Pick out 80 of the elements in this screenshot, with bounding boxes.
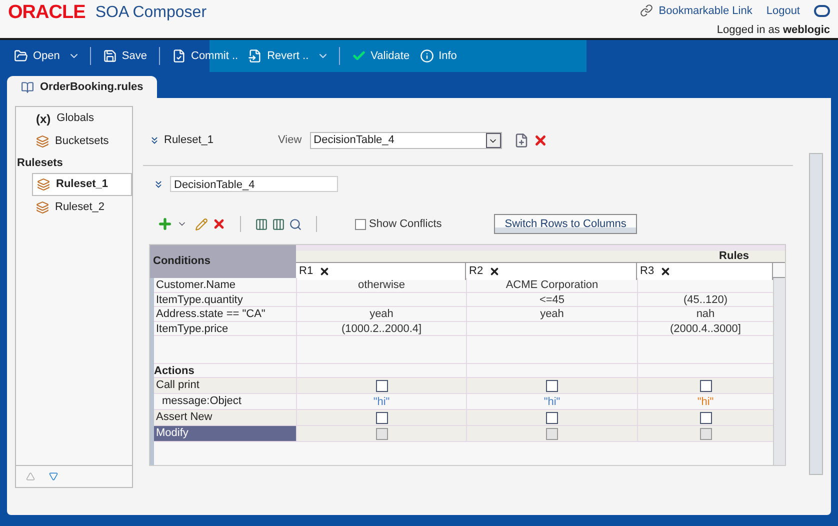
view-select[interactable]: DecisionTable_4 [310, 132, 502, 149]
table-cell-text: "hi" [544, 395, 560, 410]
columns-icon[interactable] [255, 218, 268, 230]
close-icon[interactable] [489, 266, 500, 277]
row-label[interactable]: message:Object [154, 394, 296, 410]
down-arrow-icon[interactable] [49, 472, 58, 481]
column-header: Conditions [150, 245, 296, 278]
row-label: ItemType.quantity [155, 292, 244, 306]
pencil-icon[interactable] [195, 218, 208, 230]
toolbar-button[interactable]: Info [418, 48, 459, 64]
close-icon[interactable] [660, 266, 672, 277]
document-check-icon [172, 49, 186, 63]
checkbox[interactable] [700, 380, 712, 392]
rule-header: R3 [640, 264, 654, 279]
toolbar-button[interactable]: Save [100, 48, 149, 64]
row-label[interactable]: Modify [154, 426, 296, 441]
show-conflicts-checkbox[interactable]: Show Conflicts [355, 216, 442, 232]
table-cell: yeah [296, 307, 466, 321]
sidebar-item[interactable]: Bucketsets [16, 130, 132, 153]
checkbox[interactable] [700, 412, 712, 424]
link-icon [640, 4, 653, 18]
row-label[interactable]: Call print [154, 378, 296, 393]
ruleset-item[interactable]: Ruleset_1 [32, 173, 132, 196]
scrollbar[interactable] [809, 153, 823, 475]
row-label: Address.state == "CA" [155, 307, 266, 321]
toolbar-button[interactable]: Commit .. [170, 48, 240, 64]
table-cell: <=45 [466, 292, 637, 306]
checkbox[interactable] [546, 380, 558, 392]
table-cell: ACME Corporation [466, 278, 637, 292]
delete-icon[interactable] [212, 217, 226, 231]
switch-rows-button[interactable]: Switch Rows to Columns [494, 214, 638, 234]
info-icon [420, 49, 434, 63]
table-cell: otherwise [296, 278, 466, 292]
toolbar-button[interactable]: Revert .. [246, 48, 311, 64]
column-header: Rules [719, 249, 749, 264]
table-search-icon[interactable] [289, 218, 302, 230]
table-cell: yeah [466, 307, 637, 321]
collapse-icon[interactable] [149, 135, 160, 146]
collapse-icon[interactable] [153, 178, 164, 190]
login-status: Logged in as weblogic [716, 22, 830, 38]
section-label: Actions [154, 364, 196, 378]
row-label: Customer.Name [155, 278, 236, 292]
add-icon[interactable] [157, 216, 173, 232]
toolbar-button[interactable]: Validate [350, 48, 412, 64]
stack-icon [36, 201, 49, 214]
new-document-icon[interactable] [514, 133, 529, 148]
columns-icon[interactable] [272, 218, 285, 230]
rule-header: R2 [469, 264, 484, 279]
variable-symbol: (x) [36, 110, 51, 128]
row-label[interactable]: Assert New [154, 410, 296, 425]
ruleset-item[interactable]: Ruleset_2 [32, 196, 132, 219]
bookmarkable-link[interactable]: Bookmarkable Link [658, 2, 752, 19]
book-icon [21, 80, 34, 94]
check-icon [352, 49, 366, 63]
stack-icon [37, 178, 50, 191]
checkbox[interactable] [376, 412, 388, 424]
table-cell-text: "hi" [373, 395, 390, 410]
table-name-field[interactable]: DecisionTable_4 [170, 176, 338, 192]
table-cell-text: "hi" [697, 395, 714, 410]
row-label: ItemType.price [155, 322, 230, 336]
document-arrow-icon [248, 49, 262, 63]
ruleset-title: Ruleset_1 [164, 133, 215, 148]
rule-header: R1 [299, 264, 314, 279]
delete-icon[interactable] [532, 133, 548, 148]
document-tab[interactable]: OrderBooking.rules [7, 76, 158, 98]
oracle-logo: ORACLE [8, 0, 86, 25]
section-title: Rulesets [16, 156, 64, 171]
view-label: View [278, 133, 302, 148]
ring-icon [814, 4, 830, 17]
checkbox[interactable] [376, 380, 388, 392]
checkbox[interactable] [546, 412, 558, 424]
toolbar-button[interactable]: Open [12, 48, 62, 64]
close-icon[interactable] [319, 266, 330, 277]
folder-icon [14, 49, 28, 63]
table-cell: (1000.2..2000.4] [296, 322, 466, 336]
product-title: SOA Composer [95, 3, 207, 23]
sidebar-item[interactable]: (x) Globals [16, 107, 132, 130]
logout-link[interactable]: Logout [766, 2, 800, 19]
scrollbar[interactable] [773, 278, 785, 465]
stack-icon [36, 135, 49, 148]
